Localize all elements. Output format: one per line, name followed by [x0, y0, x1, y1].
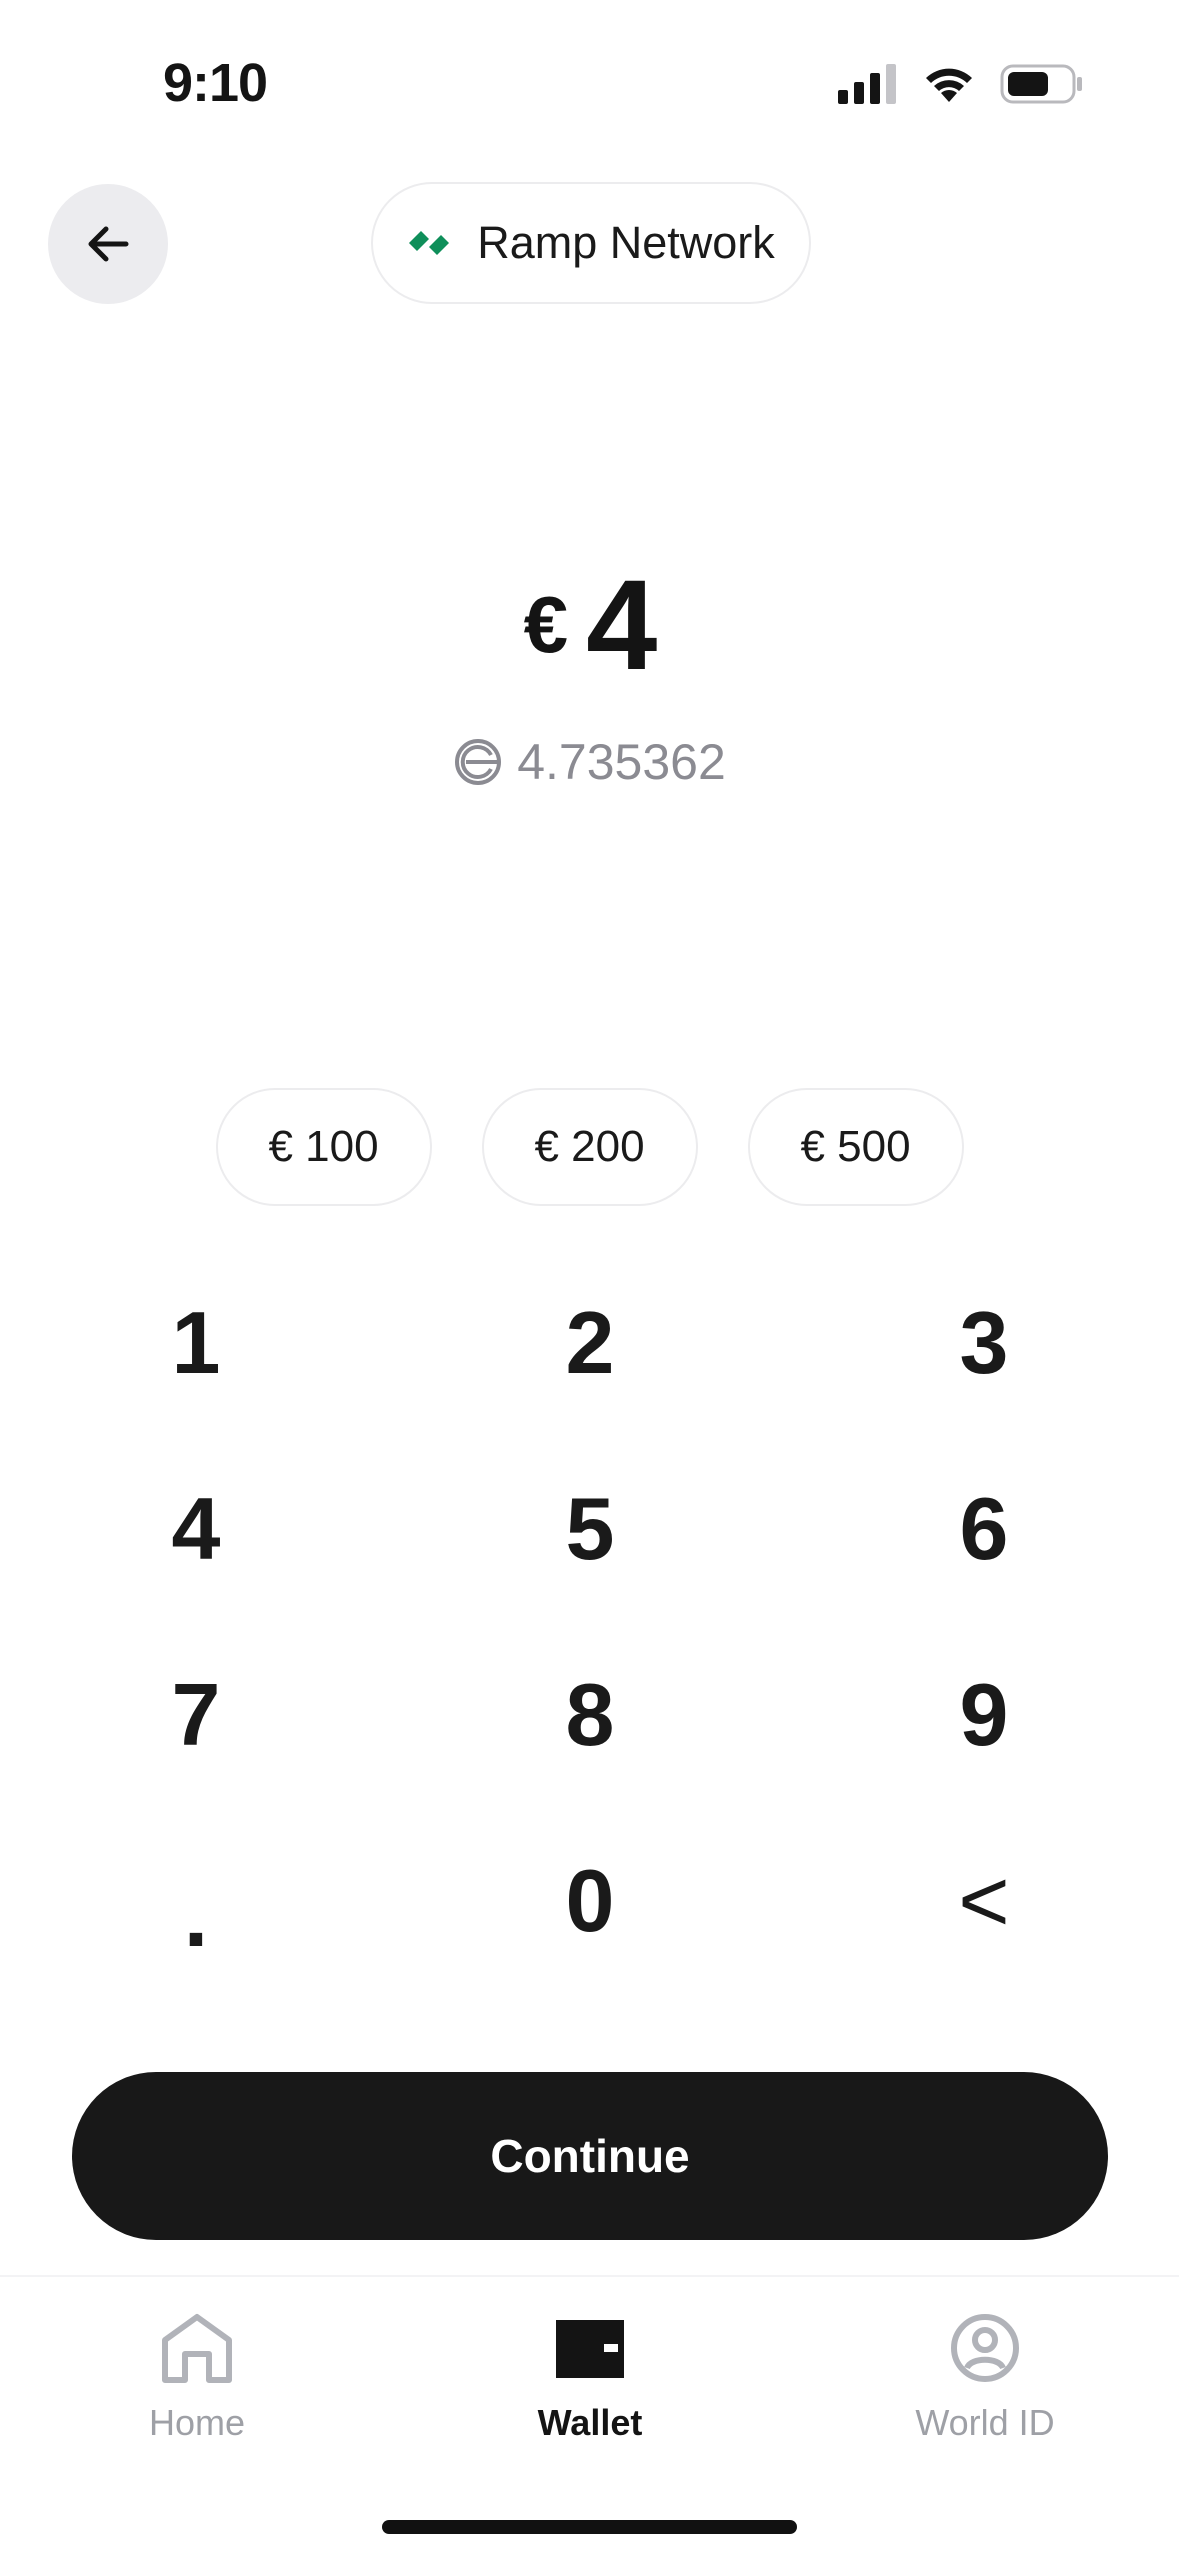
- preset-500-button[interactable]: € 500: [747, 1088, 964, 1206]
- amount-value: 4: [586, 553, 657, 697]
- provider-name: Ramp Network: [477, 217, 775, 268]
- tab-wallet-label: Wallet: [537, 2402, 643, 2443]
- key-backspace[interactable]: <: [864, 1816, 1104, 1986]
- status-time: 9:10: [163, 53, 268, 113]
- tab-world-id[interactable]: World ID: [835, 2312, 1135, 2462]
- key-3[interactable]: 3: [864, 1258, 1104, 1428]
- preset-200-button[interactable]: € 200: [481, 1088, 698, 1206]
- key-0[interactable]: 0: [470, 1816, 710, 1986]
- tab-home-label: Home: [148, 2402, 246, 2443]
- tab-wallet[interactable]: Wallet: [440, 2312, 740, 2462]
- key-decimal[interactable]: .: [76, 1816, 316, 1986]
- preset-100-button[interactable]: € 100: [215, 1088, 432, 1206]
- wallet-icon: [556, 2320, 624, 2378]
- key-7[interactable]: 7: [76, 1630, 316, 1800]
- status-bar: 9:10: [0, 0, 1179, 150]
- key-9[interactable]: 9: [864, 1630, 1104, 1800]
- key-4[interactable]: 4: [76, 1444, 316, 1614]
- ramp-logo-icon: [409, 231, 450, 255]
- wifi-icon: [926, 68, 972, 102]
- tab-bar: Home Wallet World ID: [0, 2275, 1179, 2558]
- provider-selector[interactable]: Ramp Network: [371, 182, 811, 304]
- amount-display: € 4: [0, 554, 1179, 697]
- key-6[interactable]: 6: [864, 1444, 1104, 1614]
- key-8[interactable]: 8: [470, 1630, 710, 1800]
- cellular-signal-icon: [838, 64, 896, 104]
- key-2[interactable]: 2: [470, 1258, 710, 1428]
- status-icons: [838, 64, 1084, 104]
- crypto-value: 4.735362: [517, 734, 726, 790]
- home-icon: [162, 2314, 232, 2383]
- arrow-left-icon: [88, 226, 129, 262]
- currency-symbol: €: [523, 580, 569, 669]
- home-indicator[interactable]: [382, 2520, 797, 2534]
- continue-button[interactable]: Continue: [72, 2072, 1108, 2240]
- key-1[interactable]: 1: [76, 1258, 316, 1428]
- battery-icon: [1000, 64, 1082, 104]
- worldcoin-icon: [455, 739, 502, 785]
- tab-home[interactable]: Home: [47, 2312, 347, 2462]
- user-circle-icon: [951, 2314, 1019, 2382]
- crypto-conversion: 4.735362: [0, 730, 1179, 794]
- key-5[interactable]: 5: [470, 1444, 710, 1614]
- preset-amounts: € 100 € 200 € 500: [0, 1088, 1179, 1206]
- back-button[interactable]: [48, 184, 168, 304]
- tab-world-id-label: World ID: [915, 2402, 1055, 2443]
